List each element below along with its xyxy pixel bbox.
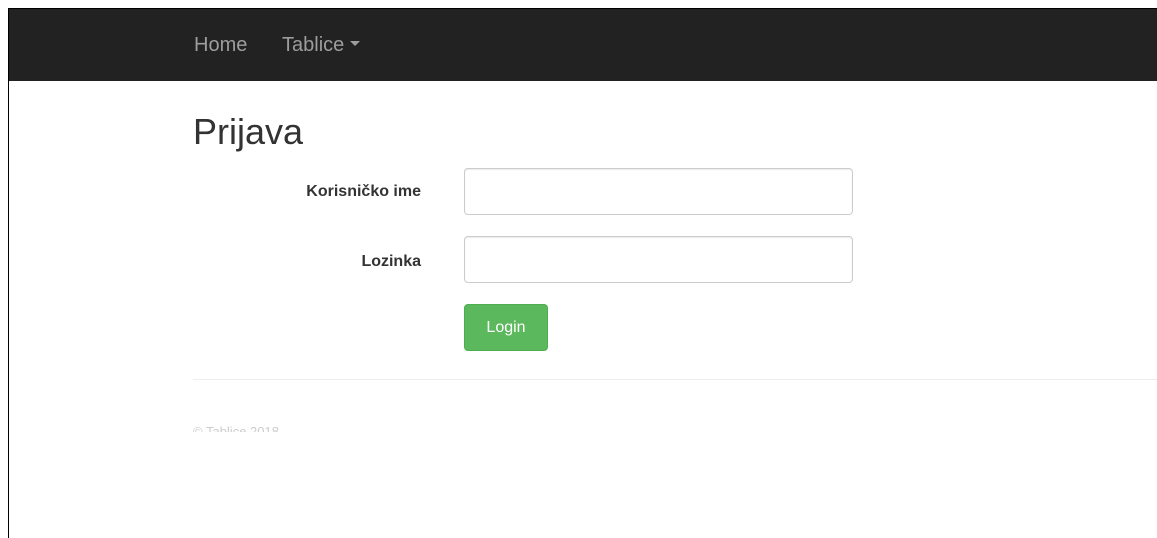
- caret-down-icon: [350, 41, 361, 47]
- footer-divider: [193, 379, 1157, 380]
- footer-text: © Tablice 2018: [193, 424, 279, 432]
- nav-tablice-label: Tablice: [282, 34, 345, 56]
- top-navbar: Home Tablice: [9, 9, 1157, 81]
- nav-tablice-dropdown[interactable]: Tablice: [282, 34, 361, 57]
- browser-viewport: Home Tablice Prijava Korisničko ime Lozi…: [8, 8, 1157, 538]
- username-input[interactable]: [464, 168, 853, 215]
- username-label: Korisničko ime: [306, 183, 421, 200]
- password-input[interactable]: [464, 236, 853, 283]
- login-button[interactable]: Login: [464, 304, 548, 351]
- nav-home-link[interactable]: Home: [194, 34, 247, 57]
- page-title: Prijava: [193, 111, 304, 152]
- password-label: Lozinka: [361, 253, 421, 270]
